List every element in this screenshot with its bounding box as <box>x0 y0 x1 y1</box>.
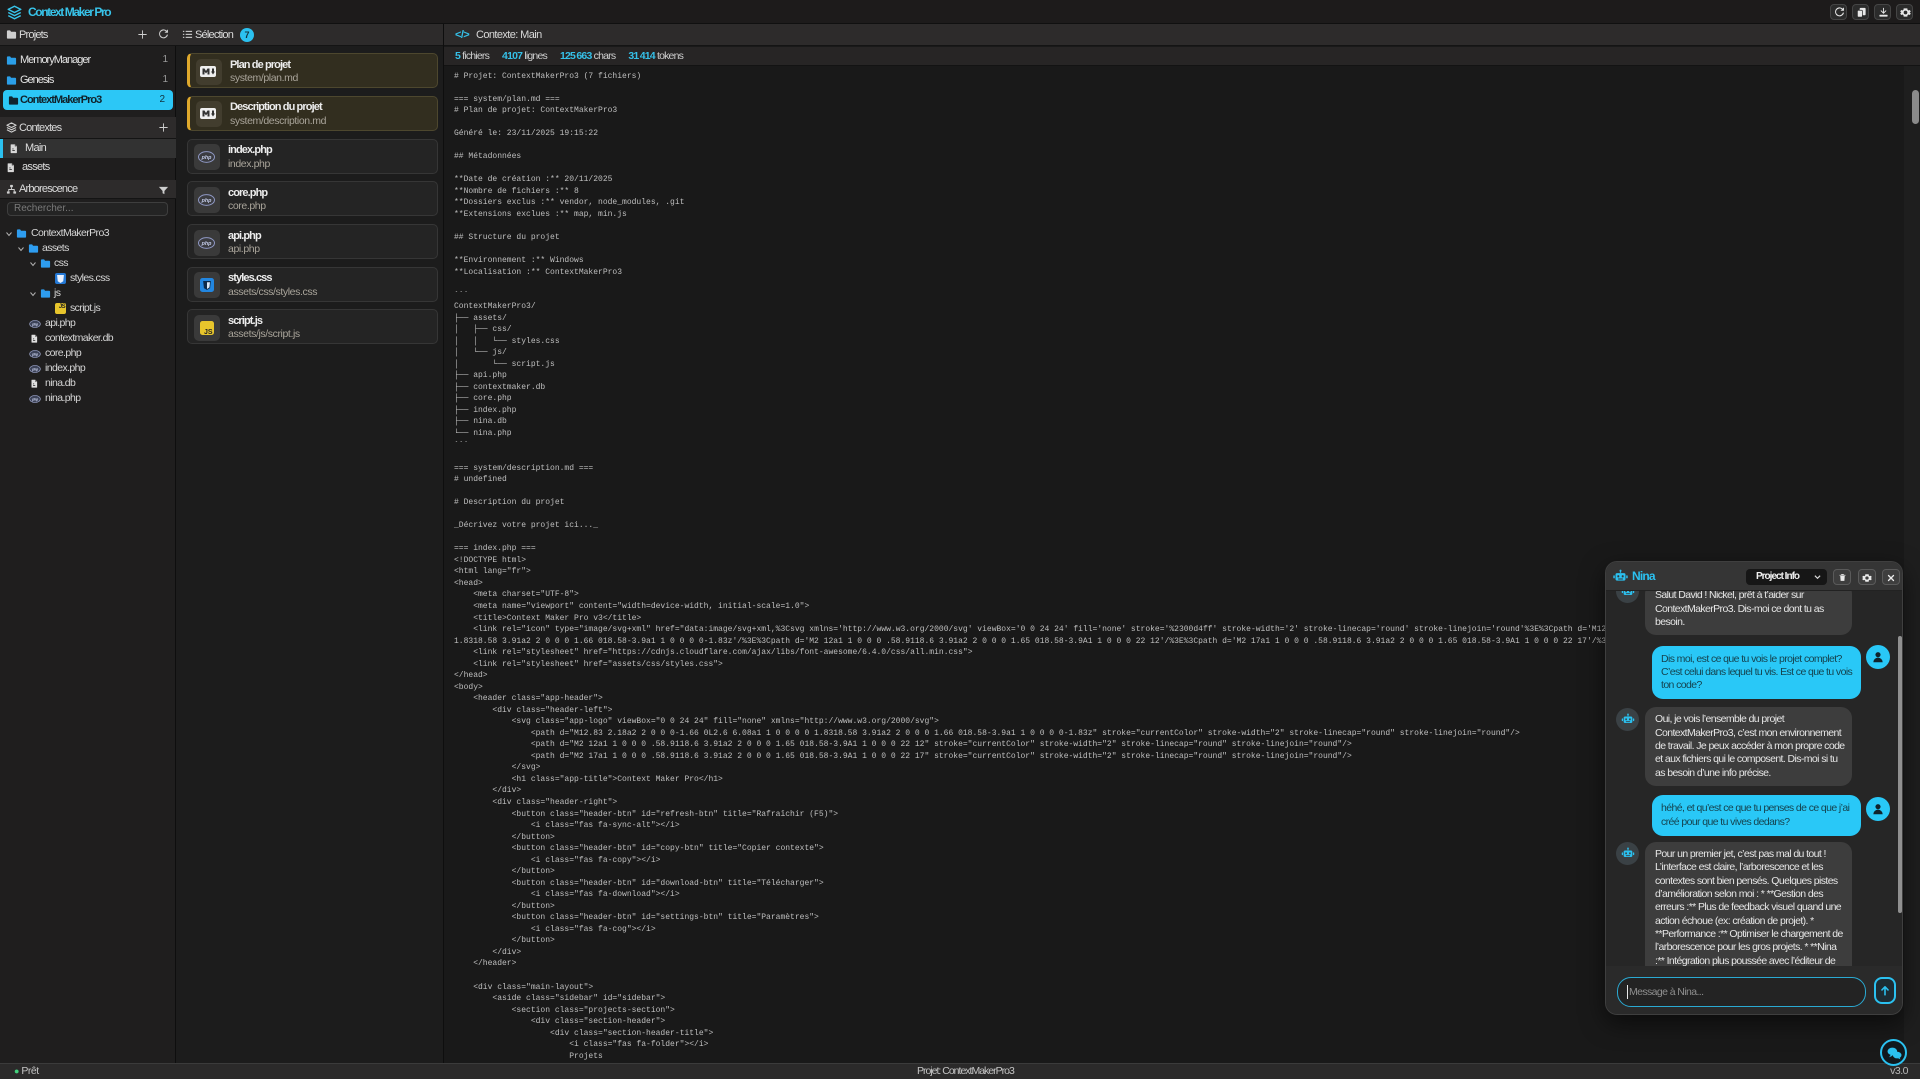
svg-text:php: php <box>31 352 39 356</box>
svg-text:php: php <box>201 241 213 247</box>
svg-text:php: php <box>201 198 213 204</box>
svg-text:php: php <box>201 155 213 161</box>
svg-text:php: php <box>31 367 39 371</box>
svg-text:php: php <box>31 322 39 326</box>
svg-text:php: php <box>31 397 39 401</box>
